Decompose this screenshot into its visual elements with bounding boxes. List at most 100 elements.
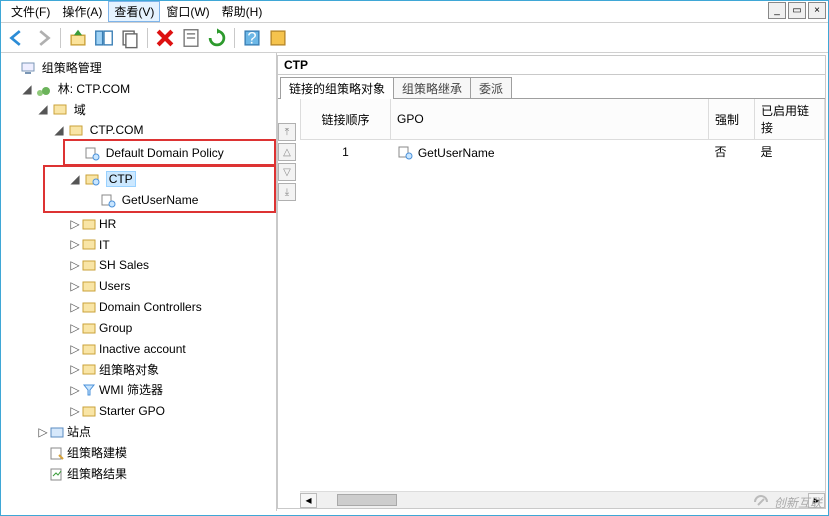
col-enforced[interactable]: 强制 bbox=[709, 99, 755, 140]
tree-getusername[interactable]: GetUserName bbox=[85, 189, 272, 210]
collapse-icon[interactable]: ◢ bbox=[53, 120, 65, 140]
tree-root[interactable]: 组策略管理 ◢ 林: CTP.COM ◢ 域 bbox=[5, 57, 276, 484]
close-window-button[interactable]: × bbox=[808, 2, 826, 19]
tree-starter-gpo[interactable]: ▷Starter GPO bbox=[69, 400, 276, 421]
scroll-track[interactable] bbox=[317, 492, 808, 508]
tree-dc[interactable]: ▷Domain Controllers bbox=[69, 296, 276, 317]
modeling-icon bbox=[49, 445, 65, 461]
ou-icon bbox=[81, 257, 97, 273]
tab-linked-gpo[interactable]: 链接的组策略对象 bbox=[280, 77, 394, 99]
col-enabled[interactable]: 已启用链接 bbox=[755, 99, 825, 140]
tree-users[interactable]: ▷Users bbox=[69, 275, 276, 296]
move-down-button[interactable]: ▽ bbox=[278, 163, 296, 181]
collapse-icon[interactable]: ◢ bbox=[37, 99, 49, 119]
move-top-button[interactable]: ⤒ bbox=[278, 123, 296, 141]
menubar: 文件(F) 操作(A) 查看(V) 窗口(W) 帮助(H) bbox=[1, 1, 828, 23]
expand-icon[interactable]: ▷ bbox=[69, 339, 81, 359]
col-order[interactable]: 链接顺序 bbox=[301, 99, 391, 140]
ou-icon bbox=[81, 278, 97, 294]
menu-view[interactable]: 查看(V) bbox=[108, 1, 160, 22]
tab-strip: 链接的组策略对象 组策略继承 委派 bbox=[278, 75, 825, 99]
copy-button[interactable] bbox=[118, 26, 142, 50]
expand-icon[interactable]: ▷ bbox=[69, 318, 81, 338]
scroll-thumb[interactable] bbox=[337, 494, 397, 506]
gpo-link-icon bbox=[84, 145, 100, 161]
expand-icon[interactable]: ▷ bbox=[69, 297, 81, 317]
export-button[interactable] bbox=[266, 26, 290, 50]
panel-title: CTP bbox=[278, 56, 825, 75]
expand-icon[interactable]: ▷ bbox=[69, 401, 81, 421]
ou-icon bbox=[81, 216, 97, 232]
sites-icon bbox=[49, 424, 65, 440]
forest-icon bbox=[36, 81, 52, 97]
tree-inactive[interactable]: ▷Inactive account bbox=[69, 338, 276, 359]
menu-action[interactable]: 操作(A) bbox=[56, 1, 108, 22]
results-icon bbox=[49, 466, 65, 482]
link-order-buttons: ⤒ △ ▽ ⤓ bbox=[278, 123, 298, 203]
tree-domains[interactable]: ◢ 域 ◢ CTP.COM bbox=[37, 99, 276, 421]
menu-window[interactable]: 窗口(W) bbox=[160, 1, 215, 22]
grid-header: 链接顺序 GPO 强制 已启用链接 bbox=[301, 99, 825, 140]
expand-icon[interactable]: ▷ bbox=[37, 422, 49, 442]
back-button[interactable] bbox=[5, 26, 29, 50]
expand-icon[interactable]: ▷ bbox=[69, 234, 81, 254]
minimize-button[interactable]: _ bbox=[768, 2, 786, 19]
svg-text:?: ? bbox=[247, 29, 256, 47]
ou-icon bbox=[81, 299, 97, 315]
maximize-button[interactable]: ▭ bbox=[788, 2, 806, 19]
folder-icon bbox=[81, 403, 97, 419]
expand-icon[interactable]: ▷ bbox=[69, 214, 81, 234]
refresh-button[interactable] bbox=[205, 26, 229, 50]
delete-button[interactable] bbox=[153, 26, 177, 50]
details-panel: CTP 链接的组策略对象 组策略继承 委派 ⤒ △ ▽ ⤓ 链接顺序 GPO bbox=[277, 55, 826, 509]
domain-container-icon bbox=[52, 101, 68, 117]
tree-panel: 组策略管理 ◢ 林: CTP.COM ◢ 域 bbox=[1, 53, 277, 511]
col-gpo[interactable]: GPO bbox=[391, 99, 709, 140]
tree-hr[interactable]: ▷HR bbox=[69, 213, 276, 234]
filter-icon bbox=[81, 382, 97, 398]
properties-button[interactable] bbox=[179, 26, 203, 50]
menu-file[interactable]: 文件(F) bbox=[5, 1, 56, 22]
scroll-left-button[interactable]: ◂ bbox=[300, 493, 317, 508]
watermark-logo-icon bbox=[752, 493, 770, 511]
tree-ctpcom[interactable]: ◢ CTP.COM bbox=[53, 119, 276, 421]
tree-default-policy[interactable]: Default Domain Policy bbox=[69, 139, 276, 166]
help-button[interactable]: ? bbox=[240, 26, 264, 50]
domain-icon bbox=[68, 122, 84, 138]
tab-delegation[interactable]: 委派 bbox=[470, 77, 512, 99]
toolbar: ? bbox=[1, 23, 828, 53]
up-button[interactable] bbox=[66, 26, 90, 50]
tree-it[interactable]: ▷IT bbox=[69, 234, 276, 255]
menu-help[interactable]: 帮助(H) bbox=[216, 1, 269, 22]
tree-gpo-objects[interactable]: ▷组策略对象 bbox=[69, 359, 276, 380]
tab-body: ⤒ △ ▽ ⤓ 链接顺序 GPO 强制 已启用链接 bbox=[278, 98, 825, 508]
gpo-link-icon bbox=[397, 144, 413, 160]
show-hide-tree-button[interactable] bbox=[92, 26, 116, 50]
move-bottom-button[interactable]: ⤓ bbox=[278, 183, 296, 201]
tree-results[interactable]: 组策略结果 bbox=[37, 463, 276, 484]
forward-button[interactable] bbox=[31, 26, 55, 50]
folder-icon bbox=[81, 361, 97, 377]
linked-gpo-grid[interactable]: 链接顺序 GPO 强制 已启用链接 1 GetUserName bbox=[300, 99, 825, 164]
tree-shsales[interactable]: ▷SH Sales bbox=[69, 254, 276, 275]
tree-forest[interactable]: ◢ 林: CTP.COM ◢ 域 ◢ bbox=[21, 78, 276, 484]
tree-group[interactable]: ▷Group bbox=[69, 317, 276, 338]
move-up-button[interactable]: △ bbox=[278, 143, 296, 161]
gpo-link-icon bbox=[100, 192, 116, 208]
tree-modeling[interactable]: 组策略建模 bbox=[37, 442, 276, 463]
cell-enforced: 否 bbox=[709, 140, 755, 164]
tab-inheritance[interactable]: 组策略继承 bbox=[393, 77, 471, 99]
tree-sites[interactable]: ▷站点 bbox=[37, 421, 276, 442]
window-controls: _ ▭ × bbox=[768, 2, 826, 19]
grid-row[interactable]: 1 GetUserName 否 是 bbox=[301, 140, 825, 164]
collapse-icon[interactable]: ◢ bbox=[21, 79, 33, 99]
tree-ctp-ou[interactable]: ◢ CTP Get bbox=[69, 165, 276, 213]
expand-icon[interactable]: ▷ bbox=[69, 359, 81, 379]
horizontal-scrollbar[interactable]: ◂ ▸ bbox=[300, 491, 825, 508]
expand-icon[interactable]: ▷ bbox=[69, 255, 81, 275]
expand-icon[interactable]: ▷ bbox=[69, 380, 81, 400]
expand-icon[interactable]: ▷ bbox=[69, 276, 81, 296]
tree-wmi[interactable]: ▷WMI 筛选器 bbox=[69, 379, 276, 400]
collapse-icon[interactable]: ◢ bbox=[69, 169, 81, 189]
ou-icon bbox=[81, 341, 97, 357]
